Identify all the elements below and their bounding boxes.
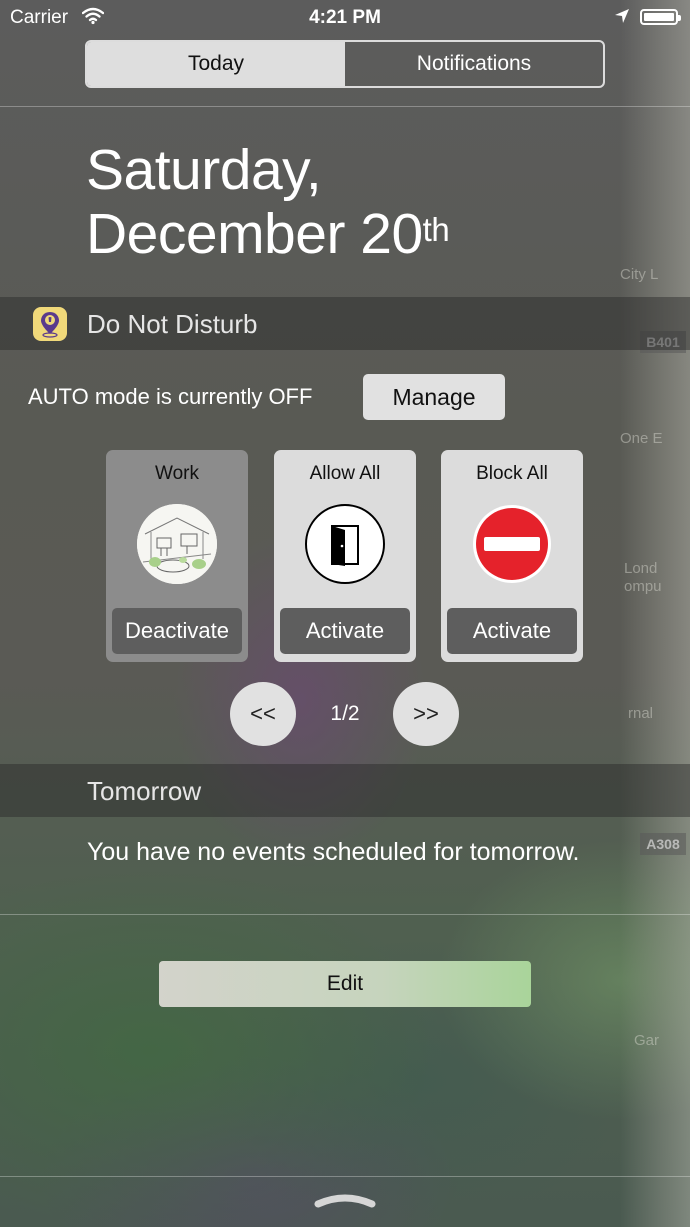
divider xyxy=(0,106,690,107)
profile-name: Allow All xyxy=(309,463,381,484)
tab-today[interactable]: Today xyxy=(87,42,345,86)
open-door-icon xyxy=(305,504,385,584)
map-road-badge: A308 xyxy=(640,833,686,855)
previous-page-button[interactable]: << xyxy=(230,682,296,746)
date-ordinal-suffix: th xyxy=(422,211,450,248)
pull-up-handle-icon[interactable] xyxy=(314,1190,376,1215)
map-label: Lond xyxy=(624,560,658,577)
date-weekday: Saturday, xyxy=(86,138,322,202)
date-heading: Saturday, December 20th xyxy=(86,138,450,266)
auto-mode-status: AUTO mode is currently OFF xyxy=(28,384,313,409)
tomorrow-title: Tomorrow xyxy=(87,776,202,806)
status-bar: Carrier 4:21 PM xyxy=(0,0,690,36)
map-label: Gar xyxy=(634,1032,660,1049)
office-sketch-icon xyxy=(137,504,217,584)
next-page-button[interactable]: >> xyxy=(393,682,459,746)
location-arrow-icon xyxy=(614,8,630,30)
date-day: December 20th xyxy=(86,202,450,266)
tomorrow-header: Tomorrow xyxy=(0,764,690,817)
activate-button[interactable]: Activate xyxy=(447,608,577,654)
divider xyxy=(0,914,690,915)
page-indicator: 1/2 xyxy=(330,702,360,725)
profile-name: Block All xyxy=(476,463,548,484)
date-month-day: December 20 xyxy=(86,202,423,266)
no-entry-icon xyxy=(472,504,552,584)
dnd-app-icon xyxy=(33,307,67,341)
map-label: One E xyxy=(620,430,663,447)
divider xyxy=(0,1176,690,1177)
profile-name: Work xyxy=(155,463,199,484)
map-label: rnal xyxy=(628,705,654,722)
profile-card-work[interactable]: Work Deactivate xyxy=(106,450,248,662)
tab-notifications[interactable]: Notifications xyxy=(345,42,603,86)
dnd-widget-header[interactable]: Do Not Disturb xyxy=(0,297,690,350)
tomorrow-message: You have no events scheduled for tomorro… xyxy=(87,838,580,866)
edit-button[interactable]: Edit xyxy=(159,961,531,1007)
dnd-widget-title: Do Not Disturb xyxy=(87,309,258,339)
manage-button[interactable]: Manage xyxy=(363,374,505,420)
view-segmented-control: Today Notifications xyxy=(85,40,605,88)
map-label: City L xyxy=(620,266,659,283)
deactivate-button[interactable]: Deactivate xyxy=(112,608,242,654)
clock: 4:21 PM xyxy=(309,7,381,28)
battery-icon xyxy=(640,9,681,25)
map-label: ompu xyxy=(624,578,662,595)
activate-button[interactable]: Activate xyxy=(280,608,410,654)
background-map: City L B401 One E Lond ompu rnal A308 Ga… xyxy=(620,0,690,1227)
profile-card-block-all[interactable]: Block All Activate xyxy=(441,450,583,662)
profile-card-allow-all[interactable]: Allow All Activate xyxy=(274,450,416,662)
